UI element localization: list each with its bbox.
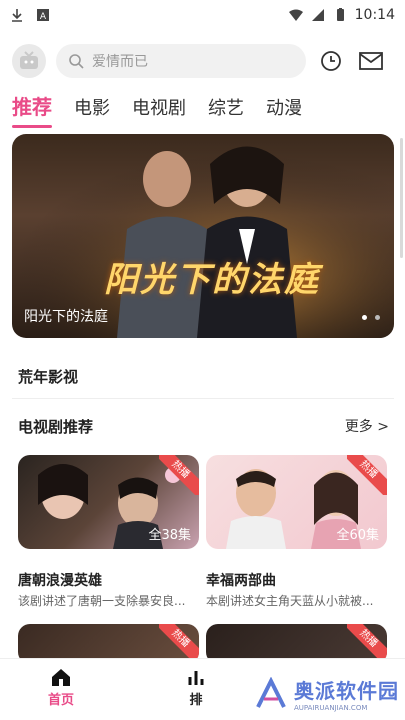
search-placeholder: 爱情而已 — [92, 54, 148, 70]
history-button[interactable] — [316, 46, 346, 76]
mail-icon — [359, 52, 383, 70]
tab-anime[interactable]: 动漫 — [266, 94, 302, 128]
scrollbar[interactable] — [400, 138, 403, 258]
card-desc-1: 该剧讲述了唐朝一支除暴安良... — [18, 594, 186, 608]
episode-count: 全38集 — [148, 528, 191, 543]
download-icon — [12, 9, 22, 22]
banner-art-title: 阳光下的法庭 — [104, 260, 320, 300]
hero-banner[interactable]: 阳光下的法庭 阳光下的法庭 — [12, 134, 394, 338]
status-time: 10:14 — [354, 7, 395, 23]
category-tabs: 推荐 电影 电视剧 综艺 动漫 — [12, 88, 302, 128]
a-badge-icon: A — [37, 9, 49, 22]
bottom-navigation: 首页 排 奥派软件园 AUPAIRUANJIAN.COM — [0, 658, 405, 720]
wifi-icon — [288, 9, 303, 21]
card-desc-2: 本剧讲述女主角天蓝从小就被... — [206, 594, 374, 608]
tab-movie[interactable]: 电影 — [74, 94, 110, 128]
tab-recommend[interactable]: 推荐 — [12, 91, 52, 128]
pager-dot[interactable] — [362, 315, 367, 320]
episode-count: 全60集 — [336, 528, 379, 543]
top-header: 爱情而已 — [0, 42, 405, 80]
tab-variety[interactable]: 综艺 — [208, 94, 244, 128]
banner-caption: 阳光下的法庭 — [24, 309, 108, 325]
svg-text:A: A — [40, 12, 47, 22]
battery-icon — [336, 8, 344, 21]
banner-pager — [362, 315, 380, 320]
divider — [12, 398, 394, 399]
search-input[interactable]: 爱情而已 — [56, 44, 306, 78]
watermark-logo-icon — [256, 676, 286, 708]
history-clock-icon — [321, 51, 341, 71]
section-title-channel: 荒年影视 — [18, 368, 79, 386]
card-title-1[interactable]: 唐朝浪漫英雄 — [18, 570, 102, 590]
section-title-tv-recommend: 电视剧推荐 — [18, 418, 94, 436]
card-title-2[interactable]: 幸福两部曲 — [206, 570, 276, 590]
watermark-brand: 奥派软件园 — [294, 679, 399, 703]
nav-home[interactable]: 首页 — [48, 667, 74, 708]
hot-badge: 热播 — [159, 455, 199, 495]
home-icon — [52, 669, 70, 686]
watermark: 奥派软件园 AUPAIRUANJIAN.COM — [254, 675, 399, 712]
video-card-1[interactable]: 热播 全38集 — [18, 455, 199, 549]
status-bar: A 10:14 — [0, 0, 405, 30]
signal-icon — [311, 9, 324, 21]
pager-dot[interactable] — [375, 315, 380, 320]
ranking-icon — [188, 671, 204, 685]
search-icon — [69, 54, 84, 69]
tv-logo-icon[interactable] — [12, 44, 46, 78]
hot-badge: 热播 — [347, 455, 387, 495]
nav-ranking[interactable]: 排 — [186, 667, 206, 708]
more-link[interactable]: 更多 > — [345, 416, 389, 436]
video-card-2[interactable]: 热播 全60集 — [206, 455, 387, 549]
tab-tv-series[interactable]: 电视剧 — [132, 94, 186, 128]
watermark-url: AUPAIRUANJIAN.COM — [294, 704, 368, 712]
message-button[interactable] — [356, 46, 386, 76]
